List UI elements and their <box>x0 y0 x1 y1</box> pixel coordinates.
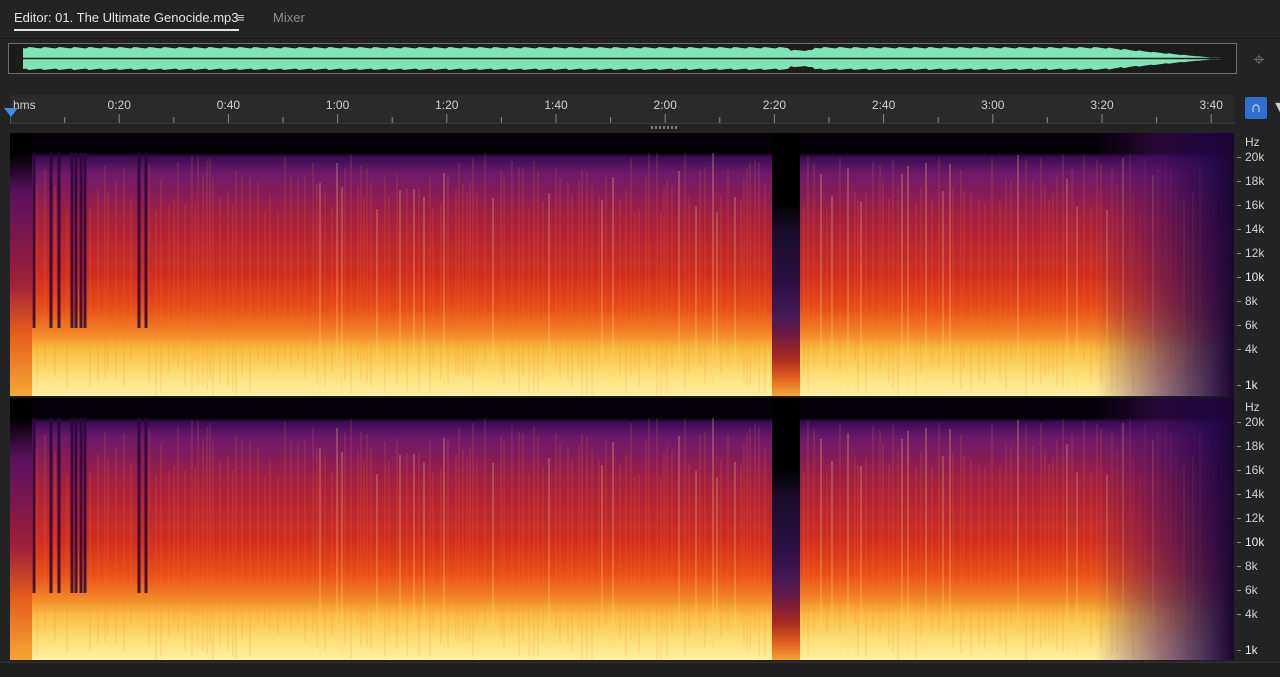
frequency-tick <box>1237 614 1241 615</box>
ruler-tick-label: 1:00 <box>326 98 350 112</box>
frequency-tick <box>1237 325 1241 326</box>
frequency-tick-label: 8k <box>1245 294 1258 308</box>
spectral-fadeout <box>10 133 1234 396</box>
frequency-tick <box>1237 470 1241 471</box>
tab-mixer[interactable]: Mixer <box>273 10 305 25</box>
frequency-tick-label: 16k <box>1245 198 1265 212</box>
ruler-tick-label: 3:40 <box>1200 98 1224 112</box>
frequency-tick <box>1237 253 1241 254</box>
spectral-track-left[interactable] <box>10 133 1234 396</box>
funnel-icon[interactable]: ▼ <box>1272 97 1280 119</box>
editor-tab-bar: Editor: 01. The Ultimate Genocide.mp3 ≡ … <box>0 0 1280 39</box>
frequency-tick-label: 4k <box>1245 342 1258 356</box>
frequency-tick <box>1237 301 1241 302</box>
frequency-tick <box>1237 542 1241 543</box>
frequency-tick <box>1237 446 1241 447</box>
ruler-tick-label: 2:00 <box>654 98 678 112</box>
frequency-tick-label: 12k <box>1245 511 1265 525</box>
spectral-track-right[interactable] <box>10 398 1234 660</box>
frequency-tick <box>1237 229 1241 230</box>
playhead-marker[interactable] <box>4 108 18 117</box>
bottom-scrollbar[interactable] <box>0 662 1280 677</box>
zoom-navigator-icon[interactable]: ⌖ <box>1246 47 1272 73</box>
frequency-tick-label: 18k <box>1245 174 1265 188</box>
frequency-tick <box>1237 349 1241 350</box>
spectral-fadeout <box>10 398 1234 660</box>
frequency-tick <box>1237 157 1241 158</box>
frequency-tick <box>1237 277 1241 278</box>
frequency-tick-label: 10k <box>1245 270 1265 284</box>
frequency-tick-label: 1k <box>1245 643 1258 657</box>
frequency-unit-label: Hz <box>1245 400 1260 414</box>
frequency-tick-label: 12k <box>1245 246 1265 260</box>
frequency-tick <box>1237 181 1241 182</box>
frequency-tick-label: 20k <box>1245 150 1265 164</box>
frequency-scale-right: Hz 20k 18k 16k 14k 12k 10k 8k 6k 4k 1k <box>1236 398 1280 660</box>
ruler-tick-label: 1:20 <box>435 98 459 112</box>
overview-waveform-graphic <box>23 47 1222 70</box>
frequency-tick <box>1237 590 1241 591</box>
ruler-tick-label: 3:20 <box>1090 98 1114 112</box>
frequency-tick-label: 14k <box>1245 487 1265 501</box>
frequency-tick <box>1237 518 1241 519</box>
overview-waveform[interactable] <box>8 43 1237 74</box>
tab-editor[interactable]: Editor: 01. The Ultimate Genocide.mp3 <box>14 10 239 31</box>
frequency-tick-label: 6k <box>1245 583 1258 597</box>
ruler-tick-label: 2:40 <box>872 98 896 112</box>
frequency-tick-label: 14k <box>1245 222 1265 236</box>
ruler-tick-label: 3:00 <box>981 98 1005 112</box>
ruler-tick-label: 0:40 <box>217 98 241 112</box>
frequency-tick-label: 4k <box>1245 607 1258 621</box>
frequency-tick <box>1237 385 1241 386</box>
frequency-tick-label: 16k <box>1245 463 1265 477</box>
frequency-tick <box>1237 205 1241 206</box>
time-ruler-ticks: hms 0:20 0:40 1:00 1:20 1:40 2:00 2:20 2:40 3:00 3… <box>10 98 1224 123</box>
frequency-tick <box>1237 494 1241 495</box>
frequency-tick <box>1237 566 1241 567</box>
frequency-tick <box>1237 650 1241 651</box>
frequency-tick-label: 8k <box>1245 559 1258 573</box>
frequency-tick <box>1237 422 1241 423</box>
ruler-tick-label: 0:20 <box>108 98 132 112</box>
magnet-icon[interactable]: ∩ <box>1245 97 1267 119</box>
frequency-tick-label: 20k <box>1245 415 1265 429</box>
time-ruler[interactable]: hms 0:20 0:40 1:00 1:20 1:40 2:00 2:20 2:40 3:00 3… <box>10 95 1235 124</box>
resize-grip[interactable] <box>651 126 677 129</box>
ruler-tick-label: 2:20 <box>763 98 787 112</box>
ruler-tick-label: 1:40 <box>544 98 568 112</box>
frequency-tick-label: 18k <box>1245 439 1265 453</box>
tab-menu-icon[interactable]: ≡ <box>237 10 245 25</box>
frequency-tick-label: 6k <box>1245 318 1258 332</box>
frequency-unit-label: Hz <box>1245 135 1260 149</box>
frequency-tick-label: 1k <box>1245 378 1258 392</box>
frequency-scale-left: Hz 20k 18k 16k 14k 12k 10k 8k 6k 4k 1k <box>1236 133 1280 396</box>
frequency-tick-label: 10k <box>1245 535 1265 549</box>
